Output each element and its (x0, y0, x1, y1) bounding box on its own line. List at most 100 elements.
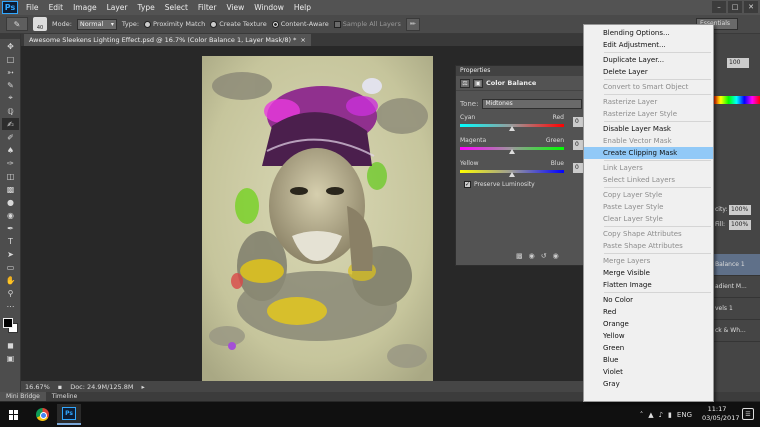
marquee-tool-icon[interactable]: □ (2, 53, 19, 65)
hand-tool-icon[interactable]: ✋ (2, 274, 19, 286)
menu-filter[interactable]: Filter (193, 3, 222, 12)
menu-item-flatten-image[interactable]: Flatten Image (584, 279, 713, 291)
eyedropper-tool-icon[interactable]: ℚ (2, 105, 19, 117)
dodge-tool-icon[interactable]: ◉ (2, 209, 19, 221)
artwork-canvas[interactable] (202, 56, 433, 381)
menu-type[interactable]: Type (133, 3, 160, 12)
menu-item-duplicate-layer[interactable]: Duplicate Layer... (584, 54, 713, 66)
menu-window[interactable]: Window (249, 3, 289, 12)
menu-item-red[interactable]: Red (584, 306, 713, 318)
path-selection-tool-icon[interactable]: ➤ (2, 248, 19, 260)
slider-track[interactable] (460, 124, 564, 131)
move-tool-icon[interactable]: ✥ (2, 40, 19, 52)
pen-tool-icon[interactable]: ✒ (2, 222, 19, 234)
foreground-color-swatch[interactable] (3, 318, 13, 328)
dock-zoom-field[interactable]: 100 (727, 58, 749, 68)
layer-mask-icon[interactable]: ▣ (473, 78, 483, 88)
menu-item-disable-layer-mask[interactable]: Disable Layer Mask (584, 123, 713, 135)
menu-item-delete-layer[interactable]: Delete Layer (584, 66, 713, 78)
menu-image[interactable]: Image (68, 3, 102, 12)
clock[interactable]: 11:17 03/05/2017 (702, 405, 739, 423)
menu-file[interactable]: File (21, 3, 44, 12)
layer-item[interactable]: Balance 1 (713, 254, 760, 276)
notification-icon[interactable]: ☰ (742, 408, 754, 420)
tab-mini-bridge[interactable]: Mini Bridge (0, 392, 46, 401)
chevron-up-icon[interactable]: ˄ (640, 411, 644, 419)
menu-view[interactable]: View (221, 3, 249, 12)
start-button[interactable] (0, 402, 28, 427)
brush-size-picker[interactable]: 40 (33, 17, 47, 31)
create-texture-radio[interactable]: Create Texture (210, 20, 267, 28)
mode-select[interactable]: Normal (76, 18, 117, 30)
status-menu-icon[interactable]: ▪ (58, 383, 62, 391)
fill-field[interactable]: 100% (729, 220, 751, 230)
screen-mode-icon[interactable]: ▣ (2, 352, 19, 364)
panel-grip[interactable] (0, 34, 20, 39)
history-brush-tool-icon[interactable]: ✑ (2, 157, 19, 169)
slider-thumb[interactable] (509, 149, 515, 154)
slider-track[interactable] (460, 147, 564, 154)
quick-mask-icon[interactable]: ◼ (2, 339, 19, 351)
layer-item[interactable]: ck & Wh... (713, 320, 760, 342)
view-previous-icon[interactable]: ◉ (529, 252, 535, 260)
close-button[interactable]: ✕ (744, 1, 758, 13)
battery-icon[interactable]: ▮ (668, 411, 672, 419)
language-indicator[interactable]: ENG (677, 411, 692, 419)
eraser-tool-icon[interactable]: ◫ (2, 170, 19, 182)
network-icon[interactable]: ▲ (648, 411, 653, 419)
opacity-field[interactable]: 100% (729, 205, 751, 215)
menu-item-orange[interactable]: Orange (584, 318, 713, 330)
taskbar-photoshop[interactable]: Ps (57, 404, 81, 425)
maximize-button[interactable]: □ (728, 1, 742, 13)
slider-thumb[interactable] (509, 172, 515, 177)
menu-item-no-color[interactable]: No Color (584, 294, 713, 306)
shape-tool-icon[interactable]: ▭ (2, 261, 19, 273)
close-tab-icon[interactable]: × (300, 34, 305, 46)
menu-edit[interactable]: Edit (44, 3, 69, 12)
menu-item-edit-adjustment[interactable]: Edit Adjustment... (584, 39, 713, 51)
tab-timeline[interactable]: Timeline (46, 392, 84, 401)
menu-item-violet[interactable]: Violet (584, 366, 713, 378)
quick-selection-tool-icon[interactable]: ✎ (2, 79, 19, 91)
zoom-tool-icon[interactable]: ⚲ (2, 287, 19, 299)
layer-item[interactable]: adient M... (713, 276, 760, 298)
status-expand-icon[interactable]: ▸ (142, 383, 145, 391)
tone-select[interactable]: Midtones (482, 99, 583, 109)
menu-layer[interactable]: Layer (102, 3, 133, 12)
menu-item-green[interactable]: Green (584, 342, 713, 354)
minimize-button[interactable]: – (712, 1, 726, 13)
layer-item[interactable]: vels 1 (713, 298, 760, 320)
menu-item-blue[interactable]: Blue (584, 354, 713, 366)
menu-select[interactable]: Select (160, 3, 193, 12)
pressure-size-button[interactable]: ✏ (405, 17, 420, 31)
lasso-tool-icon[interactable]: ➳ (2, 66, 19, 78)
zoom-level[interactable]: 16.67% (25, 383, 50, 391)
menu-item-create-clipping-mask[interactable]: Create Clipping Mask (584, 147, 713, 159)
clip-to-layer-icon[interactable]: ▩ (516, 252, 523, 260)
menu-help[interactable]: Help (289, 3, 316, 12)
clone-stamp-tool-icon[interactable]: ♠ (2, 144, 19, 156)
menu-item-gray[interactable]: Gray (584, 378, 713, 390)
sample-all-layers-checkbox[interactable]: Sample All Layers (333, 20, 401, 28)
menu-item-blending-options[interactable]: Blending Options... (584, 27, 713, 39)
menu-item-yellow[interactable]: Yellow (584, 330, 713, 342)
reset-icon[interactable]: ↺ (541, 252, 547, 260)
tool-preset-picker[interactable]: ✎ (6, 17, 28, 31)
proximity-match-radio[interactable]: Proximity Match (144, 20, 205, 28)
brush-tool-icon[interactable]: ✐ (2, 131, 19, 143)
properties-tab[interactable]: Properties (456, 66, 584, 76)
visibility-icon[interactable]: ◉ (553, 252, 559, 260)
more-tools-icon[interactable]: ⋯ (2, 300, 19, 312)
menu-item-merge-visible[interactable]: Merge Visible (584, 267, 713, 279)
preserve-luminosity-checkbox[interactable]: ✓ Preserve Luminosity (464, 181, 535, 188)
color-spectrum[interactable] (713, 96, 760, 104)
healing-brush-tool-icon[interactable]: ✍ (2, 118, 19, 130)
slider-track[interactable] (460, 170, 564, 177)
slider-thumb[interactable] (509, 126, 515, 131)
crop-tool-icon[interactable]: ⌖ (2, 92, 19, 104)
type-tool-icon[interactable]: T (2, 235, 19, 247)
blur-tool-icon[interactable]: ● (2, 196, 19, 208)
document-tab[interactable]: Awesome Sleekens Lighting Effect.psd @ 1… (24, 34, 311, 46)
volume-icon[interactable]: ♪ (659, 411, 663, 419)
gradient-tool-icon[interactable]: ▩ (2, 183, 19, 195)
